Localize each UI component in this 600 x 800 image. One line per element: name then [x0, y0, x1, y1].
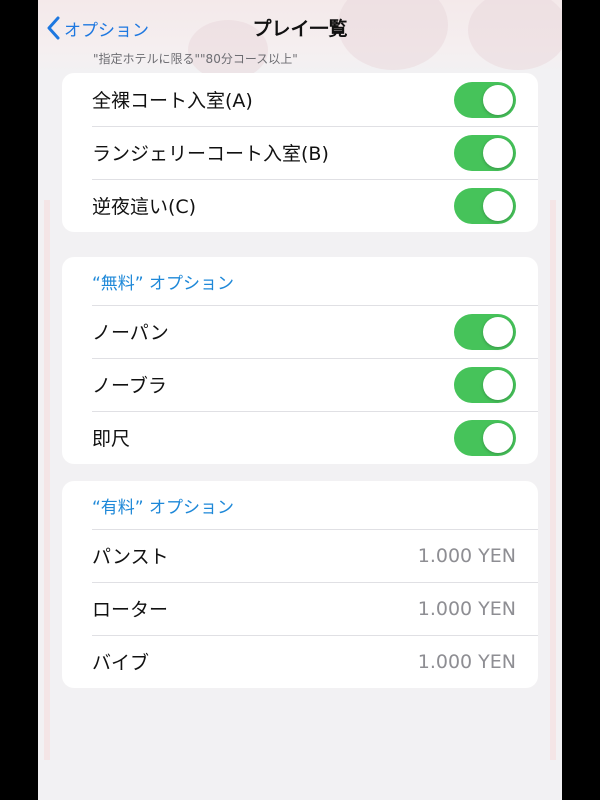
option-price: 1.000 YEN: [417, 544, 516, 567]
toggle-knob: [483, 137, 513, 168]
option-label: バイブ: [92, 652, 150, 674]
phone-screen: オプション プレイ一覧 "指定ホテルに限る""80分コース以上" 全裸コート入室…: [38, 0, 562, 800]
list-item: ノーブラ: [62, 358, 538, 411]
list-item[interactable]: バイブ 1.000 YEN: [62, 635, 538, 688]
list-item: 即尺: [62, 411, 538, 464]
toggle-knob: [483, 422, 513, 453]
option-label: ローター: [92, 599, 169, 621]
option-toggle[interactable]: [454, 366, 516, 403]
option-label: パンスト: [92, 546, 169, 568]
section-header: “無料” オプション: [92, 273, 235, 294]
option-toggle[interactable]: [454, 134, 516, 171]
page-title: プレイ一覧: [252, 18, 348, 40]
toggle-knob: [483, 369, 513, 400]
page-subtitle: "指定ホテルに限る""80分コース以上": [93, 52, 298, 66]
background-stripe: [44, 200, 50, 760]
option-label: ランジェリーコート入室(B): [92, 143, 329, 165]
list-item: 全裸コート入室(A): [62, 73, 538, 126]
option-price: 1.000 YEN: [417, 650, 516, 673]
option-label: ノーパン: [92, 322, 169, 344]
list-item: ランジェリーコート入室(B): [62, 126, 538, 179]
toggle-knob: [483, 316, 513, 347]
list-item: 逆夜這い(C): [62, 179, 538, 232]
paid-options-card: “有料” オプション パンスト 1.000 YEN ローター 1.000 YEN…: [62, 481, 538, 688]
option-label: 全裸コート入室(A): [92, 90, 253, 112]
toggle-knob: [483, 190, 513, 221]
free-options-card: “無料” オプション ノーパン ノーブラ 即尺: [62, 257, 538, 464]
play-options-card: 全裸コート入室(A) ランジェリーコート入室(B) 逆夜這い(C): [62, 73, 538, 232]
background-stripe: [550, 200, 556, 760]
option-label: 即尺: [92, 428, 131, 450]
navigation-bar: オプション プレイ一覧: [38, 0, 562, 52]
toggle-knob: [483, 84, 513, 115]
option-toggle[interactable]: [454, 81, 516, 118]
option-price: 1.000 YEN: [417, 597, 516, 620]
section-header: “有料” オプション: [92, 497, 235, 518]
list-item[interactable]: パンスト 1.000 YEN: [62, 529, 538, 582]
option-label: ノーブラ: [92, 375, 167, 397]
list-item: ノーパン: [62, 305, 538, 358]
option-toggle[interactable]: [454, 419, 516, 456]
option-toggle[interactable]: [454, 313, 516, 350]
option-toggle[interactable]: [454, 187, 516, 224]
list-item[interactable]: ローター 1.000 YEN: [62, 582, 538, 635]
option-label: 逆夜這い(C): [92, 196, 197, 218]
